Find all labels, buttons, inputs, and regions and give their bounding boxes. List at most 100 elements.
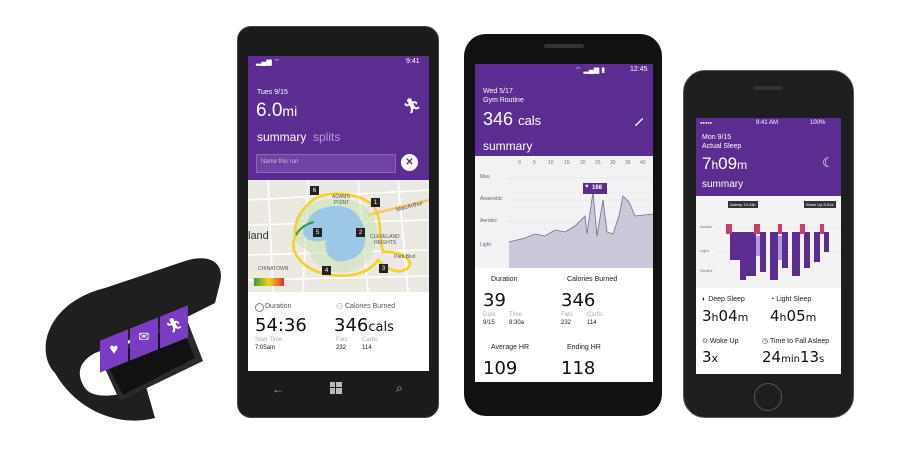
- android-end-hr-value: 118: [561, 358, 596, 379]
- hr-x-tick-8: 40: [640, 160, 646, 166]
- hr-x-tick-3: 15: [564, 160, 570, 166]
- hr-zone-anaerobic: Anaerobic: [480, 196, 503, 202]
- winphone-screen: ▂▄▆ ⌔ 9:41 Tues 9/15 6.0mi 🏃︎ summary sp…: [248, 56, 429, 371]
- clear-icon[interactable]: ✕: [401, 154, 418, 171]
- android-fats-label: Fats: [561, 312, 573, 318]
- android-fats-value: 232: [561, 320, 572, 326]
- carbs-label: Carbs: [362, 337, 379, 343]
- name-run-placeholder: Name this run: [261, 159, 299, 165]
- light-sleep-value: 4h05m: [770, 307, 817, 325]
- iphone-home-button[interactable]: [754, 383, 782, 411]
- android-activity: Gym Routine: [483, 97, 524, 104]
- fall-asleep-label: ◷ Time to Fall Asleep: [762, 338, 830, 345]
- android-date-value: 9/15: [483, 320, 495, 326]
- flame-icon: ⚇: [335, 302, 344, 311]
- calories-value: 346cals: [334, 315, 394, 336]
- run-legend-bar: [254, 278, 284, 286]
- light-sleep-label: ◔ Light Sleep: [770, 296, 812, 303]
- map-label-point: POINT: [334, 200, 350, 206]
- hr-x-tick-5: 25: [595, 160, 601, 166]
- hr-x-tick-4: 20: [580, 160, 586, 166]
- moon-icon: ☾: [822, 155, 834, 170]
- sleep-zone-restful: Restful: [700, 268, 713, 273]
- android-status-icons: ⌔ ▂▄▆ ▮: [575, 67, 606, 74]
- hr-zone-max: Max.: [480, 174, 491, 180]
- hr-peak-label: 168: [592, 185, 603, 191]
- map-label-park-blvd: Park Blvd: [394, 254, 416, 260]
- hr-peak-icon: ♥: [585, 184, 589, 190]
- iphone-status-time: 9:41 AM: [756, 120, 779, 126]
- android-date: Wed 5/17: [483, 88, 513, 95]
- tab-splits[interactable]: splits: [313, 130, 340, 144]
- android-avg-hr-label: Average HR: [491, 344, 530, 351]
- route-marker-2[interactable]: 2: [356, 228, 365, 237]
- distance-value: 6.0mi: [256, 100, 298, 121]
- mail-icon: ✉: [138, 329, 150, 344]
- activity-date: Tues 9/15: [257, 89, 288, 96]
- android-duration-value: 39: [483, 290, 506, 311]
- map-label-land: land: [248, 230, 269, 242]
- hr-x-tick-7: 35: [625, 160, 631, 166]
- duration-label: Duration: [265, 303, 292, 310]
- sleep-chart-svg: [718, 224, 841, 280]
- android-time-value: 8:30a: [509, 320, 525, 326]
- deep-sleep-value: 3h04m: [702, 307, 749, 325]
- android-carbs-label: Carbs: [587, 312, 604, 318]
- map-label-heights: HEIGHTS: [374, 240, 397, 246]
- status-signal-icon: ▂▄▆ ⌔: [256, 59, 281, 66]
- android-duration-label: Duration: [491, 276, 518, 283]
- iphone-carrier: ●●●●●: [700, 120, 713, 125]
- hr-chart-svg: [508, 177, 653, 268]
- deep-sleep-label: ◐ Deep Sleep: [702, 296, 745, 303]
- microsoft-band: ♥ ✉ 🏃︎: [35, 243, 235, 423]
- duration-value: 54:36: [255, 315, 307, 336]
- hr-x-tick-1: 5: [533, 160, 536, 166]
- android-speaker: [544, 44, 584, 48]
- fats-label: Fats: [336, 337, 348, 343]
- hr-zone-light: Light: [480, 242, 491, 248]
- status-time: 9:41: [406, 58, 420, 65]
- iphone-activity: Actual Sleep: [702, 143, 742, 150]
- carbs-value: 114: [362, 345, 372, 351]
- android-screen: ⌔ ▂▄▆ ▮ 12:45 Wed 5/17 Gym Routine 346 c…: [475, 64, 653, 382]
- android-end-hr-label: Ending HR: [567, 344, 601, 351]
- route-map[interactable]: MacArthur ADAMS POINT CLEVELAND HEIGHTS …: [248, 180, 429, 292]
- route-marker-1[interactable]: 1: [371, 198, 380, 207]
- route-marker-6[interactable]: 6: [310, 186, 319, 195]
- sleep-zone-light: Light: [700, 248, 709, 253]
- hr-chart: 0 5 10 15 20 25 30 35 40 Max. Anaerobic …: [475, 156, 653, 268]
- calories-label: Calories Burned: [345, 303, 396, 310]
- android-cal-value: 346 cals: [483, 109, 542, 129]
- start-time-label: Start Time: [255, 337, 283, 343]
- iphone-battery: 100%: [810, 120, 826, 126]
- hr-zone-aerobic: Aerobic: [480, 218, 497, 224]
- run-icon: 🏃︎: [402, 98, 422, 115]
- route-marker-5[interactable]: 5: [313, 228, 322, 237]
- search-button[interactable]: ⌕: [396, 381, 403, 396]
- sleep-duration: 7h09m: [702, 154, 748, 173]
- fall-asleep-value: 24min13s: [762, 348, 825, 366]
- iphone-screen: ●●●●● 9:41 AM 100% Mon 9/15 Actual Sleep…: [696, 118, 841, 374]
- route-marker-4[interactable]: 4: [322, 266, 331, 275]
- hr-x-tick-6: 30: [610, 160, 616, 166]
- android-summary[interactable]: summary: [483, 139, 532, 153]
- route-marker-3[interactable]: 3: [379, 264, 388, 273]
- heart-icon: ♥: [109, 340, 119, 358]
- android-date-label: Date: [483, 312, 496, 318]
- run-icon: 🏃︎: [165, 316, 183, 333]
- android-status-time: 12:45: [630, 66, 648, 73]
- fats-value: 232: [336, 345, 347, 351]
- iphone-date: Mon 9/15: [702, 134, 732, 141]
- android-cal-big: 346: [561, 290, 596, 311]
- iphone-speaker: [753, 86, 783, 90]
- windows-logo-icon[interactable]: [329, 381, 343, 395]
- iphone-summary[interactable]: summary: [702, 179, 743, 190]
- back-button[interactable]: ←: [272, 382, 284, 396]
- clock-icon: [255, 303, 264, 312]
- woke-up-value: 3x: [702, 348, 719, 366]
- tab-summary[interactable]: summary: [257, 130, 306, 144]
- sleep-chart: Asleep 10:43p Woke Up 6:51a Awake Light …: [696, 196, 841, 288]
- android-avg-hr-value: 109: [483, 358, 518, 379]
- android-time-label: Time: [509, 312, 523, 318]
- map-label-chinatown: CHINATOWN: [258, 266, 289, 272]
